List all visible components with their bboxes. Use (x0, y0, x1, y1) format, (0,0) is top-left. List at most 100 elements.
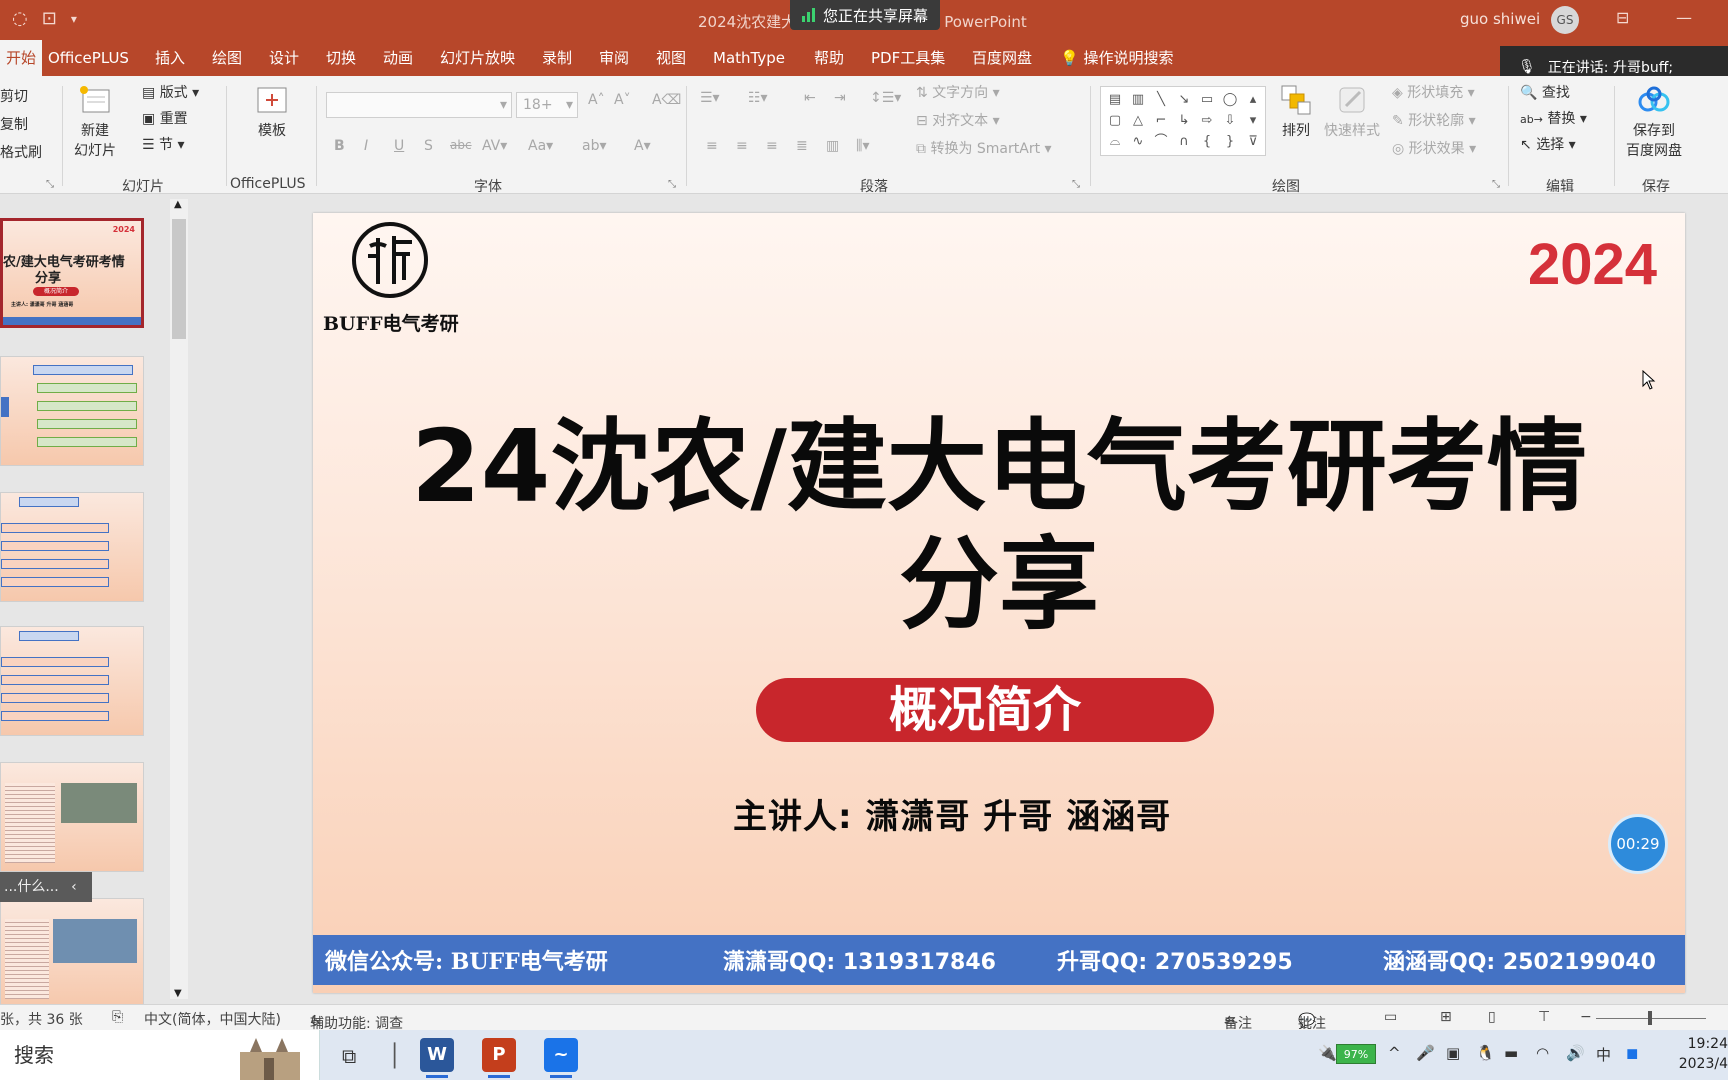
contact-footer[interactable]: 微信公众号: BUFF电气考研 潇潇哥QQ: 1319317846 升哥QQ: … (313, 935, 1685, 985)
elbow-arrow-shape-icon[interactable]: ↳ (1174, 112, 1194, 130)
textbox-shape-icon[interactable]: ▤ (1105, 91, 1125, 109)
select-button[interactable]: ↖ 选择 ▾ (1520, 134, 1576, 154)
distribute-icon[interactable]: ▥ (826, 138, 839, 154)
slide-thumbnail-2[interactable] (0, 356, 144, 466)
wifi-icon[interactable]: ◠ (1536, 1044, 1549, 1062)
screen-record-icon[interactable]: ▣ (1446, 1044, 1460, 1062)
section-button[interactable]: ☰ 节 ▾ (142, 134, 185, 154)
slide-thumbnail-6[interactable] (0, 898, 144, 1004)
powerpoint-app-icon[interactable]: P (482, 1038, 516, 1078)
down-arrow-shape-icon[interactable]: ⇩ (1220, 112, 1240, 130)
arrange-button[interactable]: 排列 (1278, 84, 1314, 140)
decrease-font-icon[interactable]: A˅ (614, 92, 631, 108)
normal-view-icon[interactable]: ▭ (1384, 1009, 1397, 1025)
more-shapes-icon[interactable]: ⊽ (1243, 133, 1263, 151)
screen-sharing-indicator[interactable]: 您正在共享屏幕 (790, 0, 941, 30)
present-icon[interactable]: ⊡ (42, 8, 57, 29)
char-spacing-icon[interactable]: AV▾ (482, 138, 507, 154)
tab-insert[interactable]: 插入 (155, 40, 185, 76)
speakers-line[interactable]: 主讲人: 潇潇哥 升哥 涵涵哥 (733, 789, 1171, 838)
arc-shape-icon[interactable]: ⌒ (1151, 133, 1171, 151)
tab-animations[interactable]: 动画 (383, 40, 413, 76)
curve-shape-icon[interactable]: ∩ (1174, 133, 1194, 151)
replace-button[interactable]: ab→ 替换 ▾ (1520, 108, 1587, 128)
new-slide-button[interactable]: 新建 幻灯片 (74, 84, 116, 160)
recording-timer[interactable]: 00:29 (1608, 814, 1668, 874)
shape-effects-button[interactable]: ◎ 形状效果 ▾ (1392, 138, 1476, 158)
meeting-tray-icon[interactable]: ◼ (1626, 1044, 1638, 1062)
slide-canvas[interactable]: BUFF电气考研 2024 24沈农/建大电气考研考情 分享 概况简介 主讲人:… (313, 213, 1685, 993)
tab-help[interactable]: 帮助 (814, 40, 844, 76)
cut-button[interactable]: 剪切 (0, 86, 28, 106)
restore-ribbon-icon[interactable]: ⊟ (1616, 8, 1629, 27)
tab-baidu-netdisk[interactable]: 百度网盘 (972, 40, 1032, 76)
highlight-icon[interactable]: ab▾ (582, 138, 607, 154)
tab-record[interactable]: 录制 (542, 40, 572, 76)
monitor-icon[interactable]: ▬ (1504, 1044, 1518, 1062)
font-color-icon[interactable]: A▾ (634, 138, 651, 154)
strikethrough-icon[interactable]: abc (450, 138, 472, 152)
freeform-shape-icon[interactable]: ⌓ (1105, 133, 1125, 151)
clear-format-icon[interactable]: A⌫ (652, 92, 681, 108)
tab-design[interactable]: 设计 (269, 40, 299, 76)
chevron-up-icon[interactable]: ^ (1388, 1044, 1401, 1062)
microphone-icon[interactable]: 🎤 (1416, 1044, 1435, 1062)
rectangle-shape-icon[interactable]: ▭ (1197, 91, 1217, 109)
shape-fill-button[interactable]: ◈ 形状填充 ▾ (1392, 82, 1475, 102)
scroll-up-icon[interactable]: ▴ (1243, 91, 1263, 109)
thumbnail-scrollbar[interactable]: ▲ ▼ (170, 199, 188, 999)
user-name[interactable]: guo shiwei (1460, 10, 1540, 28)
customize-qat-icon[interactable]: ▾ (71, 12, 77, 29)
spell-check-icon[interactable]: ⎘ (112, 1009, 123, 1025)
triangle-shape-icon[interactable]: △ (1128, 112, 1148, 130)
drawing-launcher-icon[interactable]: ⤡ (1492, 179, 1500, 190)
zoom-slider-thumb[interactable] (1648, 1011, 1652, 1025)
align-text-button[interactable]: ⊟ 对齐文本 ▾ (916, 110, 1000, 130)
tab-pdf-tools[interactable]: PDF工具集 (871, 40, 945, 76)
align-left-icon[interactable]: ≡ (706, 138, 718, 154)
rounded-rect-shape-icon[interactable]: ▢ (1105, 112, 1125, 130)
reset-button[interactable]: ▣ 重置 (142, 108, 188, 128)
quick-styles-button[interactable]: 快速样式 (1324, 84, 1380, 140)
tell-me-search[interactable]: 💡 操作说明搜索 (1060, 40, 1173, 76)
copy-button[interactable]: 复制 (0, 114, 28, 134)
find-button[interactable]: 🔍 查找 (1520, 82, 1570, 102)
slide-thumbnail-5[interactable] (0, 762, 144, 872)
shadow-icon[interactable]: S (424, 138, 433, 154)
bold-icon[interactable]: B (334, 138, 345, 154)
align-center-icon[interactable]: ≡ (736, 138, 748, 154)
tab-slideshow[interactable]: 幻灯片放映 (440, 40, 515, 76)
slide-thumbnail-1[interactable]: 2024 农/建大电气考研考情 分享 概况简介 主讲人: 潇潇哥 升哥 涵涵哥 (0, 218, 144, 328)
template-button[interactable]: 模板 (254, 84, 290, 140)
tab-review[interactable]: 审阅 (599, 40, 629, 76)
vertical-textbox-shape-icon[interactable]: ▥ (1128, 91, 1148, 109)
layout-button[interactable]: ▤ 版式 ▾ (142, 82, 199, 102)
arrow-line-shape-icon[interactable]: ↘ (1174, 91, 1194, 109)
decrease-indent-icon[interactable]: ⇤ (804, 90, 816, 106)
text-direction-button[interactable]: ⇅ 文字方向 ▾ (916, 82, 1000, 102)
italic-icon[interactable]: I (364, 138, 368, 154)
clipboard-launcher-icon[interactable]: ⤡ (46, 179, 54, 190)
qq-icon[interactable]: 🐧 (1476, 1044, 1495, 1062)
scribble-shape-icon[interactable]: ∿ (1128, 133, 1148, 151)
task-view-icon[interactable]: ⧉ (342, 1044, 356, 1068)
underline-icon[interactable]: U (394, 138, 404, 154)
justify-icon[interactable]: ≣ (796, 138, 808, 154)
reading-view-icon[interactable]: ▯ (1488, 1009, 1496, 1025)
collapse-thumbnail-tip[interactable]: ...什么... ‹ (0, 872, 92, 902)
numbering-icon[interactable]: ☷▾ (748, 90, 768, 106)
word-app-icon[interactable]: W (420, 1038, 454, 1078)
bullets-icon[interactable]: ☰▾ (700, 90, 720, 106)
right-arrow-shape-icon[interactable]: ⇨ (1197, 112, 1217, 130)
increase-font-icon[interactable]: A˄ (588, 92, 605, 108)
ime-indicator[interactable]: 中 (1596, 1044, 1611, 1065)
tab-transitions[interactable]: 切换 (326, 40, 356, 76)
tab-mathtype[interactable]: MathType (713, 40, 785, 76)
battery-indicator[interactable]: 97% (1336, 1044, 1376, 1064)
tab-view[interactable]: 视图 (656, 40, 686, 76)
line-spacing-icon[interactable]: ↕☰▾ (870, 90, 901, 106)
line-shape-icon[interactable]: ╲ (1151, 91, 1171, 109)
scroll-down-icon[interactable]: ▼ (174, 988, 182, 999)
shapes-gallery[interactable]: ▤ ▥ ╲ ↘ ▭ ◯ ▴ ▢ △ ⌐ ↳ ⇨ ⇩ ▾ ⌓ ∿ ⌒ ∩ { } … (1100, 86, 1266, 156)
system-clock[interactable]: 19:24 2023/4 (1672, 1034, 1728, 1074)
